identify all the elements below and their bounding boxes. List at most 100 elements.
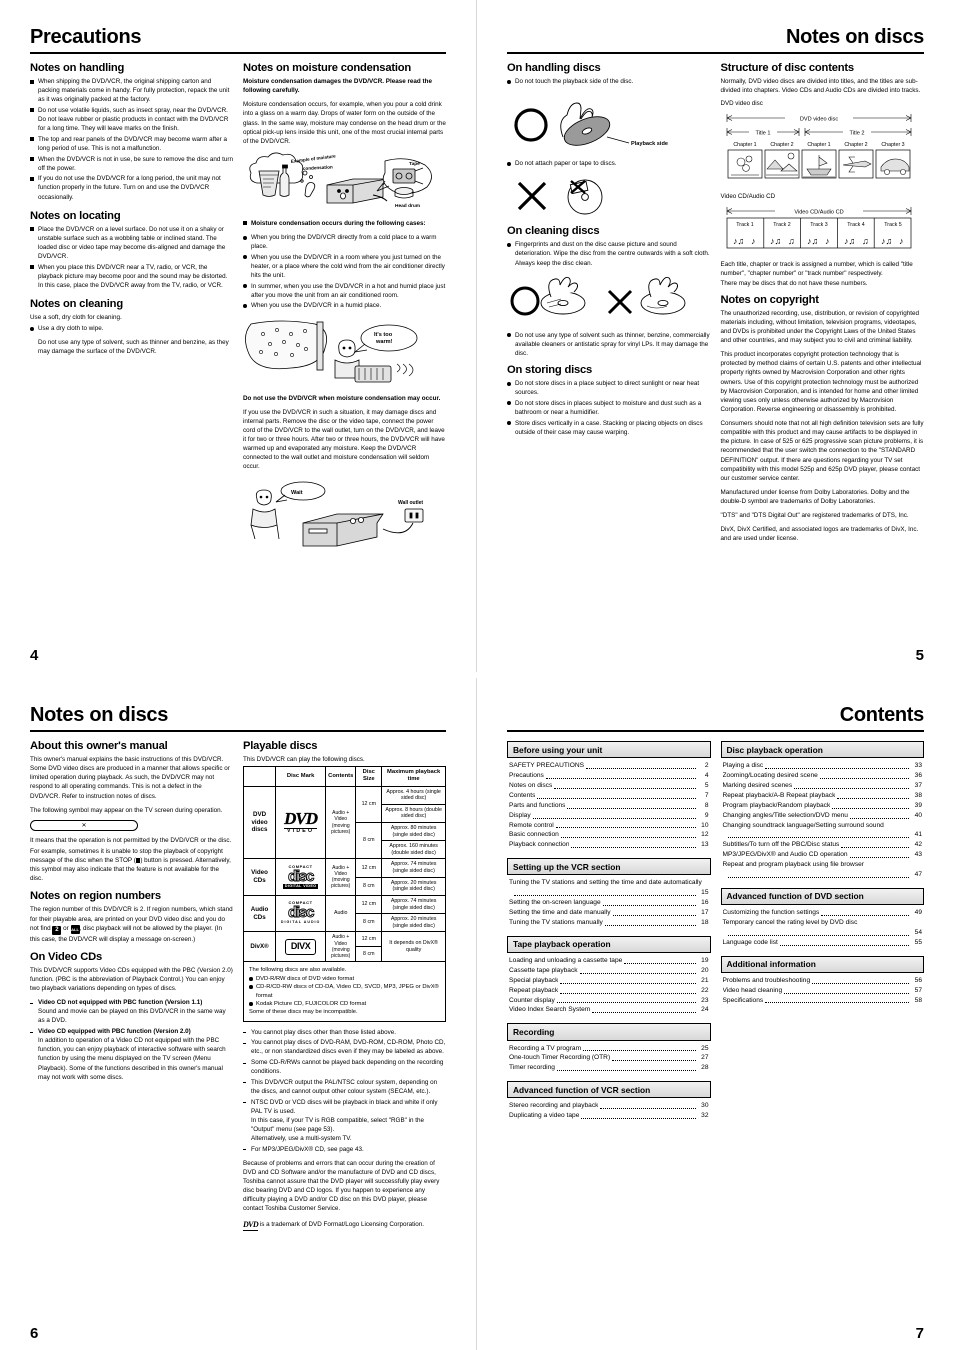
- toc-label: Problems and troubleshooting: [722, 976, 811, 984]
- toc-entry[interactable]: Tuning the TV stations and setting the t…: [509, 878, 709, 898]
- illustration-wait-wall-outlet: Wait Wall outlet: [243, 477, 446, 551]
- toc-entry[interactable]: Playing a disc 33: [723, 761, 923, 771]
- toc-page: 2: [704, 762, 709, 770]
- copyright-paragraph: Consumers should note that not all high …: [720, 420, 924, 482]
- svg-text:Example of moisture: Example of moisture: [291, 153, 337, 164]
- toc-dots: [581, 1113, 696, 1120]
- toc-entry[interactable]: Subtitles/To turn off the PBC/Disc statu…: [723, 840, 923, 850]
- about-manual-para-3: It means that the operation is not permi…: [30, 836, 232, 844]
- title-rule: [507, 52, 924, 54]
- list-item: Video CD not equipped with PBC function …: [30, 998, 233, 1025]
- heading-on-video-cds: On Video CDs: [30, 950, 102, 963]
- title-rule: [30, 730, 446, 732]
- toc-label: Changing angles/Title selection/DVD menu: [722, 811, 848, 819]
- list-item: When shipping the DVD/VCR, the original …: [30, 77, 233, 104]
- label-dvd-video-disc: DVD video disc: [720, 100, 763, 108]
- toc-entry[interactable]: MP3/JPEG/DivX® and Audio CD operation 43: [723, 850, 923, 860]
- toc-entry[interactable]: Basic connection 12: [509, 830, 709, 840]
- svg-text:Head drum: Head drum: [395, 203, 420, 209]
- toc-label: Loading and unloading a cassette tape: [509, 957, 623, 965]
- toc-entry[interactable]: One-touch Timer Recording (OTR) 27: [509, 1053, 709, 1063]
- toc-entry[interactable]: Repeat playback 22: [509, 986, 709, 996]
- svg-text:Track 4: Track 4: [847, 222, 865, 228]
- toc-dots: [612, 1055, 696, 1062]
- list-item: The top and rear panels of the DVD/VCR m…: [30, 135, 233, 153]
- toc-entry[interactable]: Problems and troubleshooting 56: [723, 976, 923, 986]
- svg-text:♪♫: ♪♫: [770, 236, 781, 246]
- svg-text:♪: ♪: [825, 236, 830, 246]
- copyright-paragraph: Manufactured under license from Dolby La…: [720, 488, 910, 505]
- toc-entry[interactable]: Stereo recording and playback 30: [509, 1101, 709, 1111]
- toc-entry[interactable]: Changing soundtrack language/Setting sur…: [723, 821, 923, 841]
- toc-page: 21: [701, 976, 709, 984]
- toc-page: 33: [914, 762, 922, 770]
- toc-entry[interactable]: Zooming/Locating desired scene 36: [723, 771, 923, 781]
- toc-entry[interactable]: Changing angles/Title selection/DVD menu…: [723, 811, 923, 821]
- list-playback-limitations: You cannot play discs other than those l…: [243, 1028, 446, 1154]
- list-moisture-cases: When you bring the DVD/VCR directly from…: [243, 233, 446, 311]
- toc-entry[interactable]: Video head cleaning 57: [723, 986, 923, 996]
- toc-entry[interactable]: Recording a TV program 25: [509, 1044, 709, 1054]
- about-manual-para-1: This owner's manual explains the basic i…: [30, 756, 230, 800]
- toc-entry[interactable]: Duplicating a video tape 32: [509, 1111, 709, 1121]
- toc-entry[interactable]: Notes on discs 5: [509, 781, 709, 791]
- toc-label: Setting the on-screen language: [509, 899, 601, 907]
- toc-entry[interactable]: Language code list 55: [723, 938, 923, 948]
- toc-dots: [602, 900, 696, 907]
- toc-entry[interactable]: Repeat playback/A-B Repeat playback 38: [723, 791, 923, 801]
- toc-entry[interactable]: Specifications 58: [723, 996, 923, 1006]
- moisture-cases-heading-list: Moisture condensation occurs during the …: [243, 219, 446, 228]
- toc-entry[interactable]: Display 9: [509, 811, 709, 821]
- toc-entry[interactable]: SAFETY PRECAUTIONS 2: [509, 761, 709, 771]
- toc-page: 55: [914, 938, 922, 946]
- toc-entry[interactable]: Remote control 10: [509, 821, 709, 831]
- cell-disc-size: 12 cm: [355, 894, 383, 915]
- toc-entry[interactable]: Temporary cancel the rating level by DVD…: [723, 918, 923, 938]
- toc-entry[interactable]: Setting the time and date manually 17: [509, 908, 709, 918]
- toc-entry[interactable]: Video Index Search System 24: [509, 1005, 709, 1015]
- structure-footer: Each title, chapter or track is assigned…: [720, 261, 913, 287]
- toc-label: Temporary cancel the rating level by DVD…: [722, 918, 858, 926]
- heading-notes-on-handling: Notes on handling: [30, 62, 125, 74]
- toc-label: Specifications: [722, 996, 764, 1004]
- svg-text:♪♫: ♪♫: [881, 236, 892, 246]
- toc-dots: [514, 890, 696, 897]
- toc-dots: [560, 832, 696, 839]
- toc-label: Special playback: [509, 976, 559, 984]
- structure-paragraph: Normally, DVD video discs are divided in…: [720, 78, 921, 95]
- list-cleaning-discs-1: Fingerprints and dust on the disc cause …: [507, 240, 711, 267]
- toc-page: 4: [704, 772, 709, 780]
- toc-label: Tuning the TV stations and setting the t…: [509, 879, 702, 887]
- toc-entry[interactable]: Timer recording 28: [509, 1063, 709, 1073]
- toc-entry[interactable]: Contents 7: [509, 791, 709, 801]
- toc-right-column: Disc playback operation Playing a disc 33…: [720, 741, 925, 1129]
- toc-entry[interactable]: Tuning the TV stations manually 18: [509, 918, 709, 928]
- illustration-wipe-disc: [507, 273, 711, 325]
- toc-entry[interactable]: Special playback 21: [509, 976, 709, 986]
- toc-entry[interactable]: Repeat and program playback using file b…: [723, 860, 923, 880]
- toc-entry[interactable]: Program playback/Random playback 39: [723, 801, 923, 811]
- toc-entry[interactable]: Marking desired scenes 37: [723, 781, 923, 791]
- toc-entry[interactable]: Parts and functions 8: [509, 801, 709, 811]
- cell-disc-size: 8 cm: [355, 876, 383, 896]
- svg-text:♪♫: ♪♫: [733, 236, 744, 246]
- heading-about-this-owners-manual: About this owner's manual: [30, 740, 168, 752]
- toc-entry[interactable]: Setting the on-screen language 16: [509, 898, 709, 908]
- toc-entry[interactable]: Playback connection 13: [509, 840, 709, 850]
- toc-list-disc-playback: Playing a disc 33 Zooming/Locating desire…: [721, 761, 925, 880]
- svg-text:warm!: warm!: [375, 339, 393, 345]
- toc-entry[interactable]: Customizing the function settings 49: [723, 908, 923, 918]
- list-item: Do not use volatile liquids, such as ins…: [30, 106, 233, 133]
- copyright-paragraph: This product incorporates copyright prot…: [720, 351, 922, 413]
- toc-dots: [586, 763, 696, 770]
- region-all-icon: ALL: [70, 924, 80, 934]
- cell-disc-mark-dvd: DVD VIDEO: [275, 785, 327, 860]
- prohibited-symbol-display: ✕: [30, 819, 138, 831]
- list-item: This DVD/VCR output the PAL/NTSC colour …: [243, 1078, 446, 1096]
- toc-entry[interactable]: Counter display 23: [509, 996, 709, 1006]
- toc-entry[interactable]: Cassette tape playback 20: [509, 966, 709, 976]
- toc-entry[interactable]: Loading and unloading a cassette tape 19: [509, 956, 709, 966]
- svg-text:♫: ♫: [862, 236, 869, 246]
- toc-entry[interactable]: Precautions 4: [509, 771, 709, 781]
- heading-on-handling-discs: On handling discs: [507, 62, 601, 74]
